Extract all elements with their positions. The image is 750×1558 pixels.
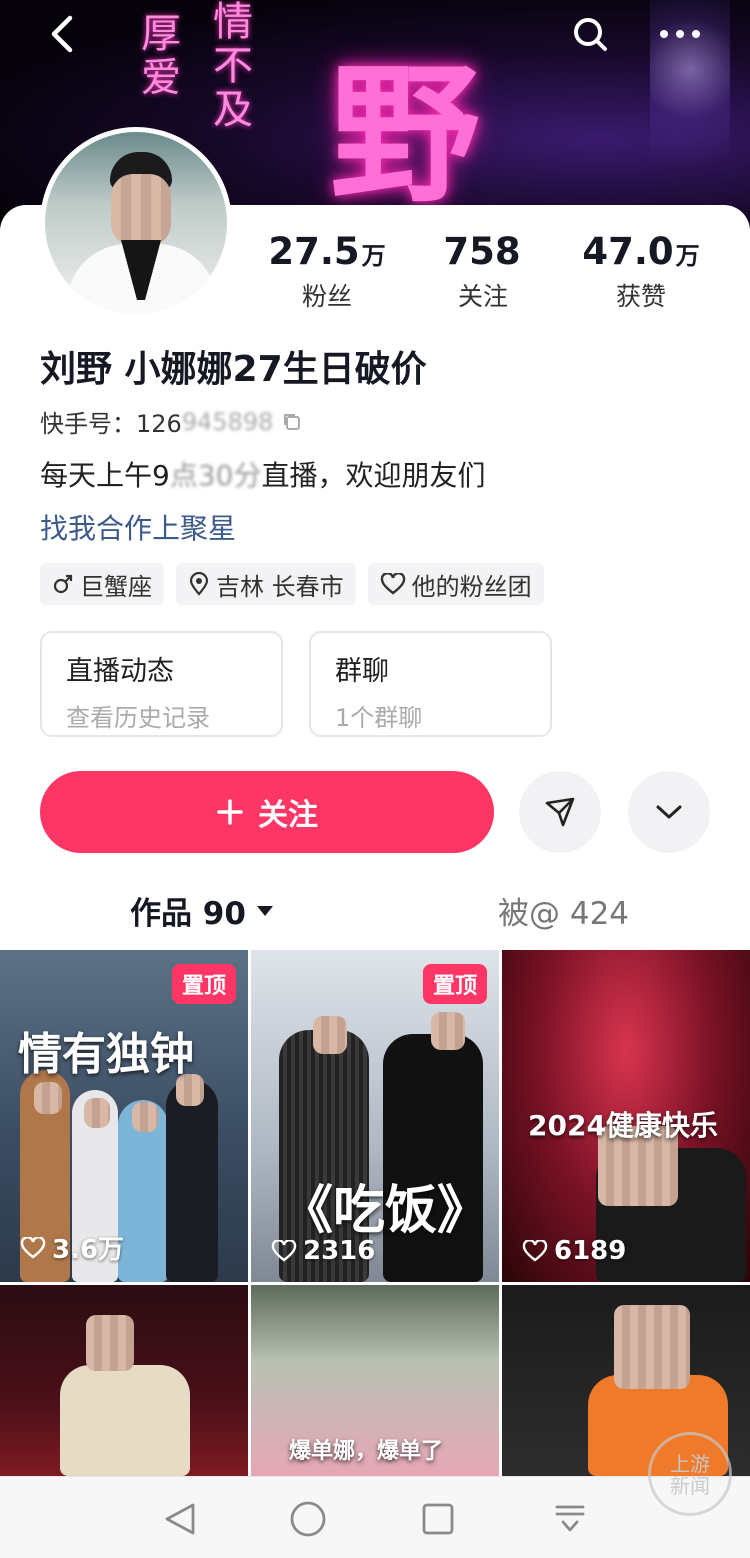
stat-likes-value: 47.0 xyxy=(582,230,674,273)
chevron-left-icon xyxy=(51,15,73,53)
send-icon xyxy=(545,797,575,827)
tile-live-history-sub: 查看历史记录 xyxy=(66,704,210,732)
tile-group-chat-title: 群聊 xyxy=(335,656,389,687)
tag-location: 吉林 长春市 xyxy=(176,563,356,605)
more-button[interactable] xyxy=(658,12,702,56)
banner-poem-left: 厚爱 xyxy=(134,12,180,100)
chevron-down-icon xyxy=(656,805,682,819)
tile-group-chat[interactable]: 群聊 1个群聊 xyxy=(309,631,552,737)
collab-link[interactable]: 找我合作上聚星 xyxy=(40,507,236,547)
nav-home-button[interactable] xyxy=(286,1497,330,1541)
banner-title-char: 野 xyxy=(330,47,481,223)
more-horizontal-icon xyxy=(660,30,700,38)
video-card[interactable]: 置顶 情有独钟 3.6万 xyxy=(0,950,248,1282)
stat-likes-label: 获赞 xyxy=(615,282,666,311)
stat-fans-value: 27.5 xyxy=(268,230,360,273)
video-caption: 情有独钟 xyxy=(18,1029,194,1080)
profile-name: 刘野 小娜娜27生日破价 xyxy=(40,349,427,390)
nav-recents-button[interactable] xyxy=(416,1497,460,1541)
follow-button-label: 关注 xyxy=(258,799,318,832)
banner-poem-right: 情不及 xyxy=(206,0,252,132)
watermark-logo: 上游 新闻 xyxy=(648,1432,732,1516)
video-caption: 《吃饭》 xyxy=(281,1181,490,1241)
video-grid: 置顶 情有独钟 3.6万 置顶 《吃饭》 2316 2024健康快乐 6189 … xyxy=(0,950,750,1476)
tile-live-history-title: 直播动态 xyxy=(66,656,174,687)
content-tabs: 作品 90 被@ 424 xyxy=(0,880,750,957)
tag-location-text: 吉林 长春市 xyxy=(216,572,344,601)
tag-fan-club[interactable]: 他的粉丝团 xyxy=(367,563,544,605)
kuaishou-id-label: 快手号：126 xyxy=(40,410,182,438)
expand-button[interactable] xyxy=(628,771,710,853)
heart-outline-icon xyxy=(271,1240,297,1262)
tag-fan-club-text: 他的粉丝团 xyxy=(411,572,532,601)
stat-following[interactable]: 758 关注 xyxy=(408,230,558,313)
pinned-badge: 置顶 xyxy=(171,964,236,1004)
tab-works[interactable]: 作品 90 xyxy=(130,888,274,957)
video-likes: 6189 xyxy=(522,1236,626,1266)
kuaishou-id[interactable]: 快手号：126 945898 xyxy=(40,404,303,439)
video-card[interactable] xyxy=(0,1285,248,1476)
tag-zodiac-text: 巨蟹座 xyxy=(80,572,152,601)
video-likes: 2316 xyxy=(271,1236,375,1266)
caret-down-icon xyxy=(256,905,273,916)
bio-part1: 每天上午9 xyxy=(40,459,170,492)
tag-zodiac: 巨蟹座 xyxy=(40,563,164,605)
video-card[interactable]: 2024健康快乐 6189 xyxy=(502,950,750,1282)
triangle-back-icon xyxy=(165,1503,195,1535)
search-icon xyxy=(574,18,607,51)
profile-stats: 27.5万 粉丝 758 关注 47.0万 获赞 xyxy=(0,230,750,320)
male-icon xyxy=(53,574,73,594)
video-card[interactable]: 置顶 《吃饭》 2316 xyxy=(251,950,499,1282)
system-nav-bar xyxy=(0,1476,750,1558)
tab-mentions[interactable]: 被@ 424 xyxy=(498,888,629,933)
feature-tiles: 直播动态 查看历史记录 群聊 1个群聊 xyxy=(40,631,552,737)
video-caption: 爆单娜，爆单了 xyxy=(289,1439,444,1464)
copy-icon[interactable] xyxy=(281,411,303,433)
profile-tags: 巨蟹座 吉林 长春市 他的粉丝团 xyxy=(40,563,544,605)
video-likes: 3.6万 xyxy=(20,1229,124,1266)
share-button[interactable] xyxy=(519,771,601,853)
profile-bio: 每天上午9点30分直播，欢迎朋友们 xyxy=(40,454,485,494)
stat-likes-unit: 万 xyxy=(675,242,700,270)
bio-blurred: 点30分 xyxy=(169,459,262,492)
heart-outline-icon xyxy=(380,573,405,595)
back-button[interactable] xyxy=(40,12,84,56)
download-tray-icon xyxy=(555,1505,585,1532)
heart-outline-icon xyxy=(20,1236,46,1259)
heart-outline-icon xyxy=(522,1240,548,1262)
nav-download-button[interactable] xyxy=(548,1497,592,1541)
tile-live-history[interactable]: 直播动态 查看历史记录 xyxy=(40,631,283,737)
video-card[interactable]: 爆单娜，爆单了 xyxy=(251,1285,499,1476)
kuaishou-id-blurred: 945898 xyxy=(181,407,274,436)
video-likes-count: 2316 xyxy=(303,1236,376,1266)
tab-works-label: 作品 90 xyxy=(130,896,246,932)
pinned-badge: 置顶 xyxy=(422,964,487,1004)
video-caption: 2024健康快乐 xyxy=(528,1109,718,1142)
circle-home-icon xyxy=(290,1501,326,1537)
stat-following-value: 758 xyxy=(443,230,521,273)
location-pin-icon xyxy=(189,572,209,596)
stat-fans-label: 粉丝 xyxy=(301,282,352,311)
follow-button[interactable]: 关注 xyxy=(40,771,494,853)
stat-likes[interactable]: 47.0万 获赞 xyxy=(566,230,716,313)
nav-back-button[interactable] xyxy=(158,1497,202,1541)
video-likes-count: 6189 xyxy=(554,1236,627,1266)
bio-part2: 直播，欢迎朋友们 xyxy=(261,459,486,492)
stat-following-label: 关注 xyxy=(457,282,508,311)
square-recents-icon xyxy=(422,1503,454,1535)
stat-fans-unit: 万 xyxy=(361,242,386,270)
stat-fans[interactable]: 27.5万 粉丝 xyxy=(252,230,402,313)
plus-icon xyxy=(217,799,243,825)
tile-group-chat-sub: 1个群聊 xyxy=(335,704,423,732)
search-button[interactable] xyxy=(568,12,612,56)
video-likes-count: 3.6万 xyxy=(52,1235,125,1265)
